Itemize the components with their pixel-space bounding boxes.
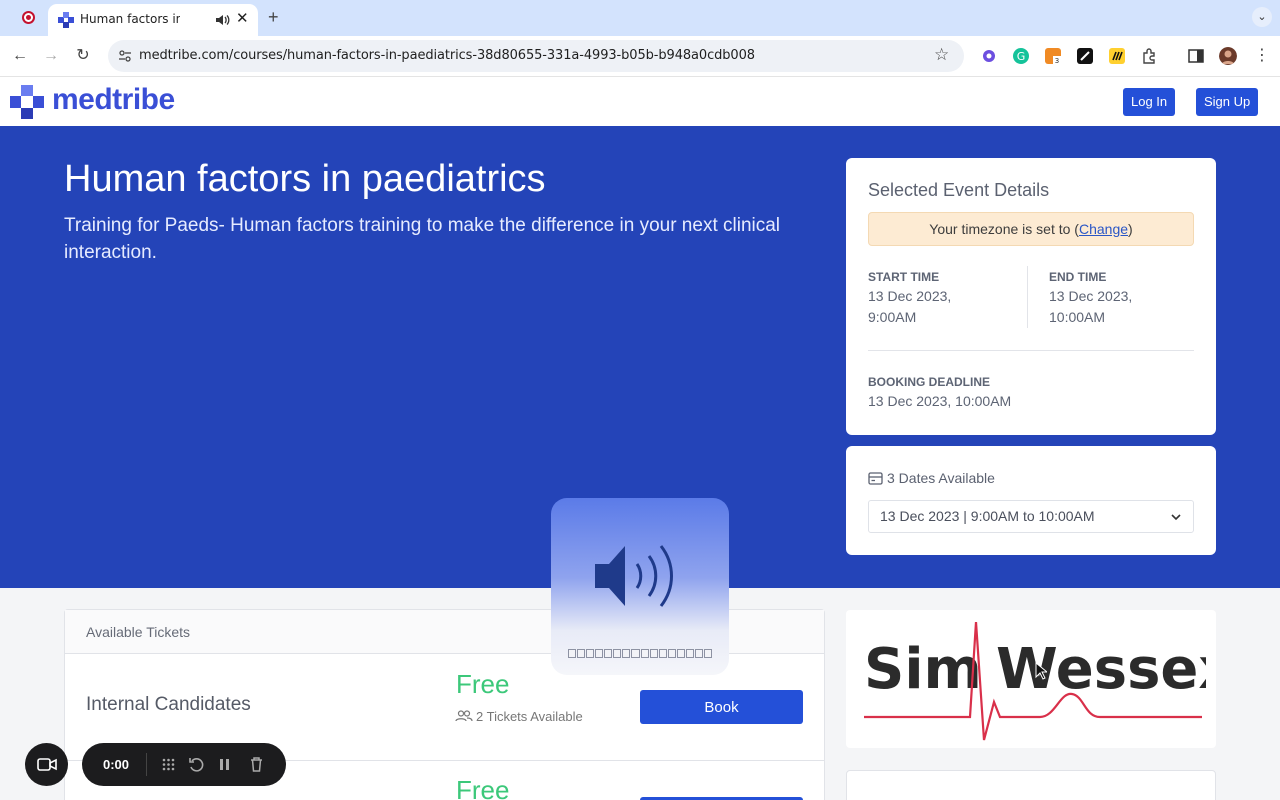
recorder-separator: [146, 753, 147, 776]
simwessex-logo: Sim Wessex: [864, 622, 1206, 741]
tab-close-icon[interactable]: ✕: [236, 11, 249, 27]
time-divider: [1027, 266, 1028, 328]
browser-menu-icon[interactable]: ⋮: [1252, 46, 1272, 66]
profile-avatar[interactable]: [1219, 47, 1237, 65]
date-select-dropdown[interactable]: 13 Dec 2023 | 9:00AM to 10:00AM: [868, 500, 1194, 533]
trash-icon[interactable]: [248, 756, 265, 773]
date-select-value: 13 Dec 2023 | 9:00AM to 10:00AM: [880, 508, 1095, 524]
event-details-title: Selected Event Details: [868, 180, 1050, 200]
chevron-down-icon: [1171, 514, 1181, 521]
back-arrow-icon[interactable]: ←: [10, 46, 30, 66]
end-time-value: 13 Dec 2023, 10:00AM: [1049, 288, 1133, 325]
restart-icon[interactable]: [188, 756, 205, 773]
dates-available-card: 3 Dates Available 13 Dec 2023 | 9:00AM t…: [846, 446, 1216, 555]
drag-handle-icon[interactable]: [160, 756, 177, 773]
end-time-label: END TIME: [1049, 270, 1107, 284]
bookmark-star-icon[interactable]: ☆: [934, 45, 949, 65]
recording-timer: 0:00: [103, 757, 130, 772]
ticket-price-second: Free: [456, 775, 510, 800]
ticket-availability-text: 2 Tickets Available: [476, 709, 583, 724]
new-tab-button[interactable]: +: [268, 7, 279, 27]
recording-indicator-icon: [22, 11, 35, 24]
medtribe-favicon-icon: [58, 12, 74, 28]
extension-orange-icon[interactable]: 3: [1044, 47, 1062, 65]
timezone-text-prefix: Your timezone is set to (: [929, 221, 1079, 237]
tab-title: Human factors in paediatrics: [80, 12, 180, 26]
svg-text:3: 3: [1055, 57, 1059, 65]
grammarly-extension-icon[interactable]: G: [1012, 47, 1030, 65]
sponsor-word-right: Wessex: [996, 637, 1206, 702]
extension-miro-icon[interactable]: [1108, 47, 1126, 65]
ticket-availability: 2 Tickets Available: [455, 709, 583, 724]
sponsor-word-left: Sim: [864, 637, 982, 702]
video-camera-icon: [37, 758, 57, 771]
people-icon: [455, 710, 473, 722]
start-time-label: START TIME: [868, 270, 940, 284]
recorder-controls: 0:00: [82, 743, 286, 786]
forward-arrow-icon[interactable]: →: [41, 46, 61, 66]
tab-audio-playing-icon[interactable]: [214, 12, 230, 28]
tickets-heading: Available Tickets: [86, 624, 191, 640]
signup-button[interactable]: Sign Up: [1196, 88, 1259, 116]
calendar-icon: [868, 472, 883, 485]
svg-text:G: G: [1017, 50, 1026, 63]
booking-deadline-value: 13 Dec 2023, 10:00AM: [868, 393, 1012, 409]
site-header: medtribe Log In Sign Up: [0, 77, 1280, 126]
course-subtitle: Training for Paeds- Human factors traini…: [64, 215, 781, 263]
reload-icon[interactable]: ↻: [73, 46, 93, 66]
address-bar[interactable]: medtribe.com/courses/human-factors-in-pa…: [108, 40, 964, 72]
medtribe-logo-icon[interactable]: [10, 85, 44, 119]
extensions-puzzle-icon[interactable]: [1140, 47, 1158, 65]
browser-tab-bar: Human factors in paediatrics ✕ + ⌄: [0, 0, 1280, 36]
site-info-icon[interactable]: [118, 49, 132, 63]
mouse-cursor-icon: [1035, 662, 1047, 680]
timezone-notice: Your timezone is set to (Change): [868, 212, 1194, 246]
booking-deadline-label: BOOKING DEADLINE: [868, 375, 991, 389]
volume-overlay: [551, 498, 729, 675]
start-time-value: 13 Dec 2023, 9:00AM: [868, 288, 952, 325]
browser-tab-active[interactable]: Human factors in paediatrics ✕: [48, 4, 258, 36]
event-info-card-partial: [846, 770, 1216, 800]
pause-icon[interactable]: [216, 756, 233, 773]
browser-toolbar: ← → ↻ medtribe.com/courses/human-factors…: [0, 36, 1280, 77]
side-panel-icon[interactable]: [1187, 47, 1205, 65]
book-button[interactable]: Book: [640, 690, 803, 724]
extension-pen-icon[interactable]: [1076, 47, 1094, 65]
timezone-change-link[interactable]: Change: [1079, 221, 1128, 237]
volume-level-bar: [568, 649, 712, 658]
sponsor-logo-card: Sim Wessex: [846, 610, 1216, 748]
selected-event-details-card: Selected Event Details Your timezone is …: [846, 158, 1216, 435]
login-button[interactable]: Log In: [1123, 88, 1176, 116]
dates-available-label: 3 Dates Available: [887, 470, 995, 486]
extension-puzzle-flower-icon[interactable]: [980, 47, 998, 65]
section-divider: [868, 350, 1194, 351]
ticket-price: Free: [456, 669, 510, 699]
recorder-camera-button[interactable]: [25, 743, 68, 786]
ticket-name: Internal Candidates: [86, 694, 251, 715]
speaker-volume-icon: [595, 545, 673, 607]
course-title: Human factors in paediatrics: [64, 158, 546, 200]
timezone-text-suffix: ): [1128, 221, 1133, 237]
tab-search-chevron-icon[interactable]: ⌄: [1252, 7, 1272, 27]
medtribe-logo-text[interactable]: medtribe: [52, 83, 175, 117]
url-text: medtribe.com/courses/human-factors-in-pa…: [139, 48, 755, 63]
